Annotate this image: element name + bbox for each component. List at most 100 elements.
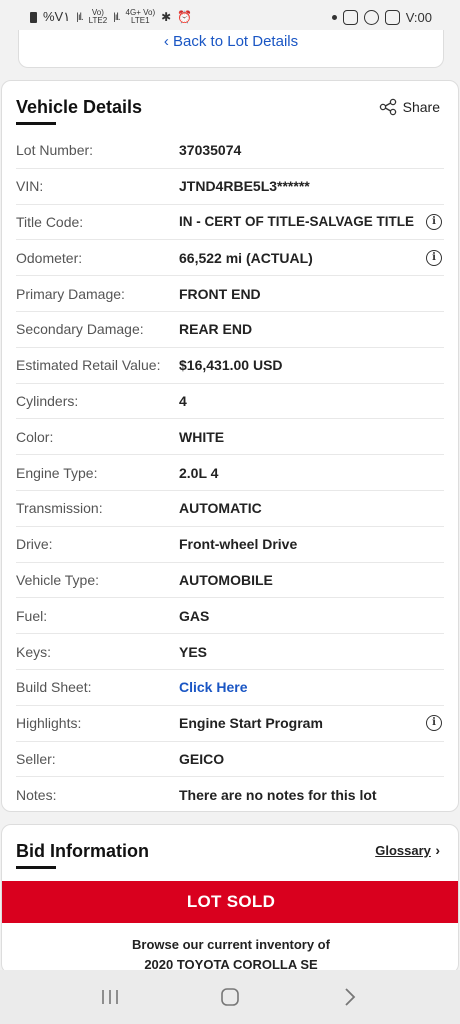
row-label: Drive: — [16, 536, 53, 553]
instagram-icon — [342, 9, 358, 25]
row-label: Keys: — [16, 643, 52, 660]
row-label: Secondary Damage: — [16, 321, 144, 338]
row-estimated-retail-value: Estimated Retail Value: $16,431.00 USD — [16, 348, 444, 384]
row-value: GAS — [179, 607, 210, 624]
row-value: IN - CERT OF TITLE-SALVAGE TITLE — [179, 214, 414, 230]
row-value: 37035074 — [179, 142, 242, 159]
row-label: Odometer: — [16, 249, 83, 266]
row-value: JTND4RBE5L3****** — [179, 178, 310, 195]
row-label: VIN: — [16, 178, 44, 195]
row-label: Lot Number: — [16, 142, 94, 159]
vehicle-details-header: Vehicle Details Share — [2, 81, 458, 133]
title-underline — [16, 122, 56, 125]
row-vin: VIN: JTND4RBE5L3****** — [16, 169, 444, 205]
row-label: Seller: — [16, 750, 56, 767]
notification-dot-icon — [331, 14, 337, 20]
recent-apps-button[interactable] — [90, 982, 130, 1012]
row-label: Highlights: — [16, 715, 82, 732]
info-icon[interactable]: i — [426, 249, 442, 266]
info-icon[interactable]: i — [426, 213, 442, 230]
row-label: Fuel: — [16, 607, 48, 624]
alarm-icon: ⏰ — [177, 10, 193, 24]
network-1: Vo) LTE2 — [89, 9, 108, 25]
back-card: ‹ Back to Lot Details — [18, 30, 444, 68]
row-engine-type: Engine Type: 2.0L 4 — [16, 455, 444, 491]
row-drive: Drive: Front-wheel Drive — [16, 527, 444, 563]
row-vehicle-type: Vehicle Type: AUTOMOBILE — [16, 563, 444, 599]
back-to-lot-details-label: Back to Lot Details — [173, 33, 299, 50]
status-right: V:00 — [331, 9, 432, 25]
row-fuel: Fuel: GAS — [16, 598, 444, 635]
network-2-bottom: LTE1 — [131, 16, 150, 25]
row-value: AUTOMATIC — [179, 500, 262, 517]
row-label: Estimated Retail Value: — [16, 357, 161, 374]
row-transmission: Transmission: AUTOMATIC — [16, 491, 444, 527]
back-to-lot-details-link[interactable]: ‹ Back to Lot Details — [164, 31, 298, 53]
row-value: 4 — [179, 392, 187, 409]
vehicle-details-card: Vehicle Details Share Lot Number: 370350… — [1, 80, 459, 812]
row-cylinders: Cylinders: 4 — [16, 384, 444, 420]
row-label: Notes: — [16, 787, 57, 804]
bluetooth-icon: ✱ — [161, 10, 172, 24]
signal-icon: |ıl. — [113, 11, 120, 23]
network-2: 4G+ Vo) LTE1 — [126, 9, 156, 25]
chevron-right-icon: › — [435, 842, 440, 858]
info-icon[interactable]: i — [426, 715, 442, 732]
row-keys: Keys: YES — [16, 634, 444, 670]
signal-icon: |ıl. — [76, 11, 83, 23]
home-button[interactable] — [210, 982, 250, 1012]
share-label: Share — [402, 99, 440, 115]
clock: V:00 — [405, 9, 432, 25]
row-lot-number: Lot Number: 37035074 — [16, 133, 444, 169]
row-value: REAR END — [179, 321, 253, 338]
share-icon — [379, 98, 396, 116]
browse-inventory-text: Browse our current inventory of 2020 TOY… — [2, 935, 458, 973]
row-value: WHITE — [179, 428, 225, 445]
row-value: Front-wheel Drive — [179, 536, 298, 553]
bid-information-header: Bid Information Glossary › — [2, 825, 458, 877]
gallery-icon — [384, 9, 400, 25]
row-color: Color: WHITE — [16, 419, 444, 456]
browse-line-1: Browse our current inventory of — [132, 937, 330, 952]
row-value: GEICO — [179, 750, 225, 767]
row-primary-damage: Primary Damage: FRONT END — [16, 276, 444, 312]
title-underline — [16, 866, 56, 869]
status-bar: %V١ |ıl. Vo) LTE2 |ıl. 4G+ Vo) LTE1 ✱ ⏰ … — [0, 0, 460, 34]
lot-sold-label: LOT SOLD — [186, 892, 276, 911]
row-label: Title Code: — [16, 213, 84, 230]
bid-information-title: Bid Information — [16, 840, 149, 861]
row-value: 2.0L 4 — [179, 464, 219, 481]
share-button[interactable]: Share — [379, 98, 440, 116]
row-value: FRONT END — [179, 285, 261, 302]
row-label: Vehicle Type: — [16, 571, 100, 588]
vehicle-details-list: Lot Number: 37035074 VIN: JTND4RBE5L3***… — [2, 133, 458, 813]
build-sheet-link[interactable]: Click Here — [179, 679, 247, 695]
home-icon — [221, 988, 239, 1006]
row-value: 66,522 mi (ACTUAL) — [179, 249, 313, 266]
row-label: Cylinders: — [16, 392, 79, 409]
glossary-label: Glossary — [375, 843, 431, 858]
row-label: Transmission: — [16, 500, 103, 517]
back-button[interactable] — [330, 982, 370, 1012]
navigation-bar — [0, 970, 460, 1024]
row-value: AUTOMOBILE — [179, 571, 273, 588]
row-seller: Seller: GEICO — [16, 742, 444, 778]
glossary-link[interactable]: Glossary › — [375, 842, 440, 860]
row-title-code: Title Code: IN - CERT OF TITLE-SALVAGE T… — [16, 205, 444, 241]
row-value: Engine Start Program — [179, 715, 323, 732]
row-label: Primary Damage: — [16, 285, 125, 302]
status-left-text: %V١ — [43, 9, 71, 24]
row-secondary-damage: Secondary Damage: REAR END — [16, 312, 444, 348]
row-value: $16,431.00 USD — [179, 357, 283, 374]
whatsapp-icon — [363, 9, 379, 25]
row-label: Color: — [16, 428, 54, 445]
row-label: Build Sheet: — [16, 679, 92, 696]
row-value: There are no notes for this lot — [179, 787, 377, 804]
row-highlights: Highlights: Engine Start Program i — [16, 706, 444, 742]
row-value: YES — [179, 643, 208, 660]
recent-apps-icon — [102, 990, 118, 1004]
lot-sold-banner: LOT SOLD — [2, 881, 458, 923]
row-label: Engine Type: — [16, 464, 98, 481]
network-1-bottom: LTE2 — [88, 16, 108, 25]
back-chevron-icon: ‹ — [163, 33, 174, 50]
